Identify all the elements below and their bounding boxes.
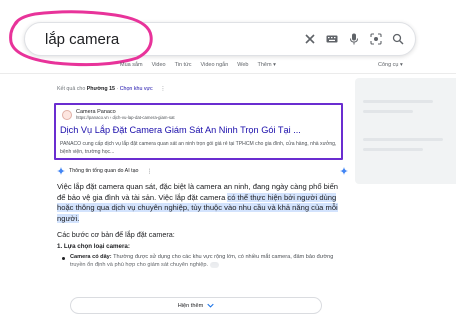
show-more-button[interactable]: Hiện thêm	[70, 297, 322, 314]
ai-more-options-icon[interactable]: ⋮	[147, 168, 153, 175]
bullet-bold-label: Camera có dây:	[70, 254, 112, 260]
result-title-link[interactable]: Dịch Vụ Lắp Đặt Camera Giám Sát An Ninh …	[60, 125, 301, 135]
result-url[interactable]: https://panaco.vn › dịch-vu-lap-dat-came…	[76, 115, 175, 120]
search-tabs: Mua sắm Video Tin tức Video ngắn Web Thê…	[120, 62, 276, 68]
ai-overview-body: Việc lắp đặt camera quan sát, đặc biệt l…	[57, 182, 347, 224]
lens-icon[interactable]	[369, 32, 383, 46]
location-place: Phường 15	[86, 86, 115, 92]
choose-area-link[interactable]: Chọn khu vực	[120, 86, 153, 92]
search-icon[interactable]	[391, 32, 405, 46]
ai-sparkle-icon	[57, 167, 65, 175]
ai-subheading: Các bước cơ bản để lắp đặt camera:	[57, 230, 175, 239]
tab-shopping[interactable]: Mua sắm	[120, 62, 143, 68]
search-actions	[303, 32, 405, 46]
ai-overview-title: Thông tin tổng quan do AI tạo	[69, 168, 139, 174]
bullet-dot	[62, 257, 65, 260]
tab-web[interactable]: Web	[237, 62, 248, 68]
ai-list-title: 1. Lựa chọn loại camera:	[57, 243, 130, 250]
keyboard-icon[interactable]	[325, 32, 339, 46]
clear-icon[interactable]	[303, 32, 317, 46]
tab-more-label: Thêm	[257, 62, 272, 68]
tools-label: Công cụ	[378, 62, 399, 68]
side-panel-placeholder	[363, 100, 433, 103]
ai-overview-header: Thông tin tổng quan do AI tạo ⋮	[57, 167, 153, 175]
tab-videos[interactable]: Video	[152, 62, 166, 68]
search-bar[interactable]: lắp camera	[24, 22, 416, 56]
content-fade	[0, 262, 456, 284]
location-separator: ·	[116, 86, 119, 92]
side-panel-placeholder	[363, 138, 443, 141]
show-more-label: Hiện thêm	[177, 302, 204, 309]
ai-star-icon	[340, 167, 348, 175]
search-input[interactable]: lắp camera	[45, 31, 119, 48]
search-result: Camera Panaco https://panaco.vn › dịch-v…	[54, 103, 343, 160]
result-snippet: PANACO cung cấp dịch vụ lắp đặt camera q…	[60, 141, 337, 155]
location-prefix: Kết quả cho	[57, 86, 86, 92]
microphone-icon[interactable]	[347, 32, 361, 46]
tab-more[interactable]: Thêm ▾	[257, 62, 275, 68]
tabs-divider	[0, 73, 456, 74]
side-panel	[355, 78, 456, 184]
tab-news[interactable]: Tin tức	[175, 62, 192, 68]
site-favicon-icon	[62, 110, 72, 120]
tab-short-videos[interactable]: Video ngắn	[201, 62, 229, 68]
side-panel-placeholder	[363, 110, 413, 113]
location-line: Kết quả cho Phường 15 · Chọn khu vực ⋮	[57, 86, 166, 92]
tools-button[interactable]: Công cụ ▾	[378, 62, 403, 68]
chevron-down-icon	[207, 303, 214, 308]
more-options-icon[interactable]: ⋮	[160, 86, 165, 92]
side-panel-placeholder	[363, 148, 423, 151]
